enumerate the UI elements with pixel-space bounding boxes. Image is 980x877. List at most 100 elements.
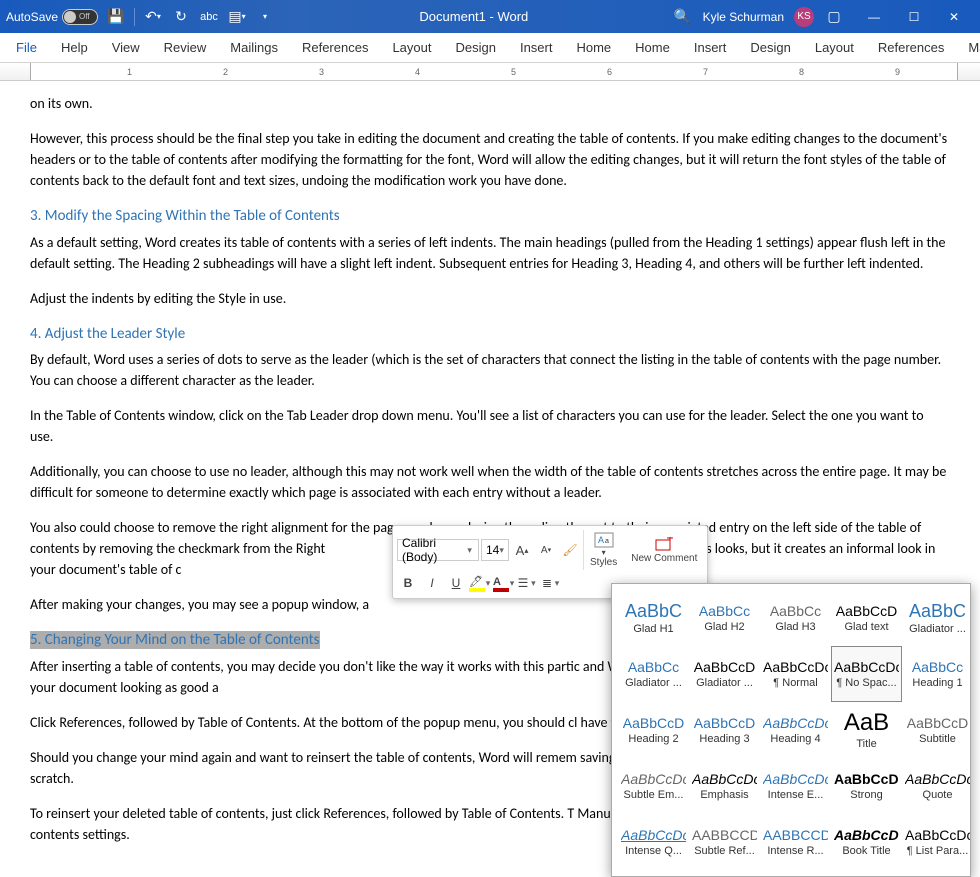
paragraph[interactable]: However, this process should be the fina…: [30, 128, 950, 191]
user-name[interactable]: Kyle Schurman: [703, 10, 784, 24]
close-button[interactable]: ✕: [934, 2, 974, 32]
tab-review[interactable]: Review: [152, 35, 219, 60]
paragraph[interactable]: By default, Word uses a series of dots t…: [30, 349, 950, 391]
tab-mailings[interactable]: Mailings: [956, 35, 980, 60]
style-preview: AaBbCcD: [836, 604, 897, 618]
style-label: Book Title: [842, 845, 890, 857]
user-avatar[interactable]: KS: [794, 7, 814, 27]
tab-layout[interactable]: Layout: [803, 35, 866, 60]
style-item-subtle-em-[interactable]: AaBbCcDcSubtle Em...: [618, 758, 689, 814]
paragraph[interactable]: Adjust the indents by editing the Style …: [30, 288, 950, 309]
style-item-strong[interactable]: AaBbCcDcStrong: [831, 758, 902, 814]
autosave-toggle[interactable]: AutoSave Off: [6, 9, 98, 25]
style-item-book-title[interactable]: AaBbCcDcBook Title: [831, 814, 902, 870]
autosave-label: AutoSave: [6, 10, 58, 24]
style-item-gladiator-[interactable]: AaBbCcDGladiator ...: [689, 646, 760, 702]
tab-home[interactable]: Home: [564, 35, 623, 60]
search-icon[interactable]: 🔍: [673, 7, 693, 27]
style-item-gladiator-[interactable]: AaBbCGladiator ...: [902, 590, 973, 646]
minimize-button[interactable]: —: [854, 2, 894, 32]
style-item-glad-text[interactable]: AaBbCcDGlad text: [831, 590, 902, 646]
font-color-button[interactable]: A▾: [493, 572, 515, 594]
undo-icon[interactable]: ↶▾: [143, 7, 163, 27]
paragraph[interactable]: In the Table of Contents window, click o…: [30, 405, 950, 447]
style-preview: AaBbCc: [912, 660, 963, 674]
style-item-subtle-ref-[interactable]: AABBCCDC Subtle Ref...: [689, 814, 760, 870]
style-preview: AaBbCcDc: [692, 772, 757, 786]
title-bar: AutoSave Off 💾 ↶▾ ↻ abc ▤▾ ▾ Document1 -…: [0, 0, 980, 33]
style-item-intense-q-[interactable]: AaBbCcDcIntense Q...: [618, 814, 689, 870]
new-comment-label: New Comment: [631, 553, 697, 564]
customize-qat-icon[interactable]: ▾: [255, 7, 275, 27]
shrink-font-button[interactable]: A▾: [535, 539, 557, 561]
style-item--normal[interactable]: AaBbCcDc ¶ Normal: [760, 646, 831, 702]
style-label: Subtle Ref...: [694, 845, 755, 857]
style-preview: AaBbCcDc: [621, 828, 686, 842]
qat-more-icon[interactable]: ▤▾: [227, 7, 247, 27]
numbering-button[interactable]: ≣▾: [541, 572, 563, 594]
tab-references[interactable]: References: [290, 35, 380, 60]
tab-mailings[interactable]: Mailings: [218, 35, 290, 60]
style-label: Heading 1: [912, 677, 962, 689]
tab-help[interactable]: Help: [49, 35, 100, 60]
paragraph[interactable]: Additionally, you can choose to use no l…: [30, 461, 950, 503]
ruler-tick: 3: [319, 67, 324, 77]
selected-text: 5. Changing Your Mind on the Table of Co…: [30, 631, 320, 649]
style-label: Intense E...: [768, 789, 824, 801]
redo-icon[interactable]: ↻: [171, 7, 191, 27]
style-item-quote[interactable]: AaBbCcDcQuote: [902, 758, 973, 814]
style-item-glad-h1[interactable]: AaBbCGlad H1: [618, 590, 689, 646]
ruler[interactable]: 123456789: [0, 63, 980, 81]
format-painter-button[interactable]: 🖌: [559, 539, 581, 561]
tab-insert[interactable]: Insert: [508, 35, 565, 60]
style-item-heading-4[interactable]: AaBbCcDcHeading 4: [760, 702, 831, 758]
style-item-heading-2[interactable]: AaBbCcDHeading 2: [618, 702, 689, 758]
highlight-button[interactable]: 🖊▾: [469, 572, 491, 594]
style-preview: AaBbCcDc: [763, 660, 828, 674]
paragraph[interactable]: As a default setting, Word creates its t…: [30, 232, 950, 274]
ruler-tick: 4: [415, 67, 420, 77]
style-item-heading-1[interactable]: AaBbCc Heading 1: [902, 646, 973, 702]
italic-button[interactable]: I: [421, 572, 443, 594]
tab-view[interactable]: View: [100, 35, 152, 60]
grow-font-button[interactable]: A▴: [511, 539, 533, 561]
paragraph[interactable]: on its own.: [30, 93, 950, 114]
bullets-button[interactable]: ☰▾: [517, 572, 539, 594]
style-preview: AABBCCDC: [692, 828, 757, 842]
style-item-emphasis[interactable]: AaBbCcDcEmphasis: [689, 758, 760, 814]
file-tab[interactable]: File: [4, 35, 49, 60]
tab-insert[interactable]: Insert: [682, 35, 739, 60]
style-item-subtitle[interactable]: AaBbCcDSubtitle: [902, 702, 973, 758]
tab-layout[interactable]: Layout: [380, 35, 443, 60]
style-item--no-spac-[interactable]: AaBbCcDc¶ No Spac...: [831, 646, 902, 702]
style-label: ¶ Normal: [773, 677, 817, 689]
tab-design[interactable]: Design: [444, 35, 508, 60]
style-preview: AaB: [844, 711, 889, 735]
style-item-glad-h3[interactable]: AaBbCcGlad H3: [760, 590, 831, 646]
style-item-heading-3[interactable]: AaBbCcDHeading 3: [689, 702, 760, 758]
style-item-gladiator-[interactable]: AaBbCcGladiator ...: [618, 646, 689, 702]
styles-button[interactable]: Aa ▾ Styles: [583, 530, 623, 570]
heading[interactable]: 4. Adjust the Leader Style: [30, 323, 950, 346]
style-item-title[interactable]: AaBTitle: [831, 702, 902, 758]
new-comment-button[interactable]: New Comment: [625, 535, 703, 566]
tab-home[interactable]: Home: [623, 35, 682, 60]
font-family-combo[interactable]: Calibri (Body)▾: [397, 539, 479, 561]
bold-button[interactable]: B: [397, 572, 419, 594]
save-icon[interactable]: 💾: [106, 7, 126, 27]
style-item--list-para-[interactable]: AaBbCcDc¶ List Para...: [902, 814, 973, 870]
style-preview: AaBbCcDc: [905, 828, 970, 842]
style-item-glad-h2[interactable]: AaBbCcGlad H2: [689, 590, 760, 646]
font-size-combo[interactable]: 14▾: [481, 539, 509, 561]
heading[interactable]: 3. Modify the Spacing Within the Table o…: [30, 205, 950, 228]
underline-button[interactable]: U: [445, 572, 467, 594]
ruler-tick: 6: [607, 67, 612, 77]
tab-references[interactable]: References: [866, 35, 956, 60]
style-preview: AABBCCDC: [763, 828, 828, 842]
tab-design[interactable]: Design: [738, 35, 802, 60]
style-item-intense-r-[interactable]: AABBCCDCIntense R...: [760, 814, 831, 870]
ribbon-display-icon[interactable]: ▢: [824, 7, 844, 27]
spellcheck-icon[interactable]: abc: [199, 7, 219, 27]
style-item-intense-e-[interactable]: AaBbCcDcIntense E...: [760, 758, 831, 814]
maximize-button[interactable]: ☐: [894, 2, 934, 32]
